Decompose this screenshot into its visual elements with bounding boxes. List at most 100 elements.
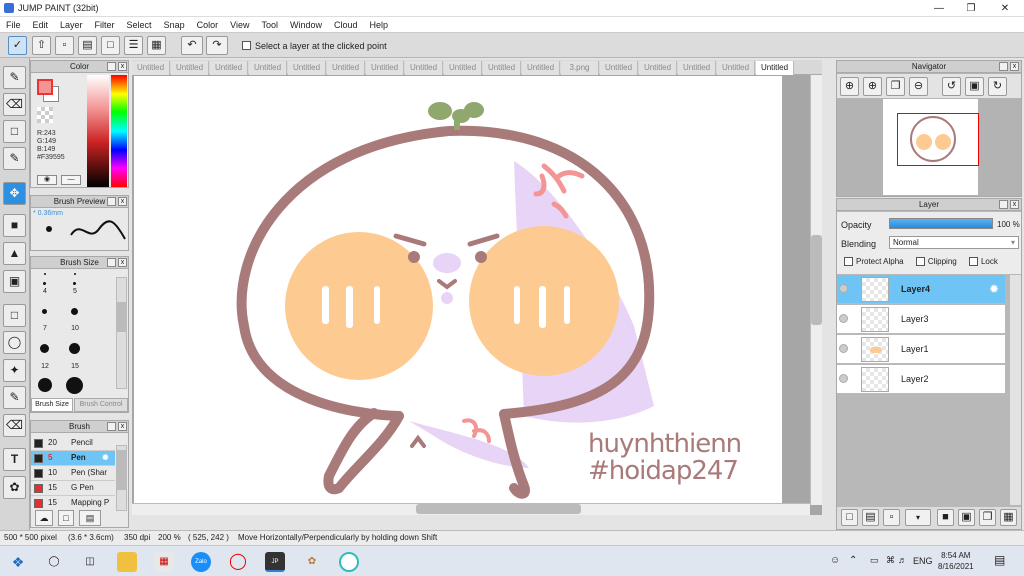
menu-select[interactable]: Select xyxy=(121,17,158,33)
brush-size-option[interactable] xyxy=(44,273,46,275)
layer-row[interactable]: Layer2 xyxy=(837,365,1005,394)
viewport-rect[interactable] xyxy=(897,113,979,166)
move-tool-icon[interactable]: ✥ xyxy=(3,182,26,205)
tab-untitled[interactable]: Untitled xyxy=(249,61,287,75)
brush-size-option[interactable] xyxy=(74,273,76,275)
wifi-icon[interactable]: ⌘ xyxy=(886,555,895,566)
tab-untitled[interactable]: Untitled xyxy=(483,61,521,75)
select-layer-checkbox[interactable] xyxy=(242,41,251,50)
horizontal-scrollbar[interactable] xyxy=(132,503,810,515)
clipping-checkbox[interactable] xyxy=(915,257,925,267)
select-pen-icon[interactable]: ✎ xyxy=(3,386,26,409)
new-raster-icon[interactable]: ▤ xyxy=(862,509,879,526)
tab-untitled[interactable]: Untitled xyxy=(600,61,638,75)
chrome-icon[interactable] xyxy=(339,552,359,572)
brush-item[interactable]: 15 Mapping P xyxy=(31,496,115,510)
zoom-fit-icon[interactable]: ⊕ xyxy=(863,77,882,96)
magic-wand-icon[interactable]: ✦ xyxy=(3,359,26,382)
merge-icon[interactable]: ▣ xyxy=(958,509,975,526)
gradient-icon[interactable]: ▣ xyxy=(3,270,26,293)
vertical-scrollbar[interactable] xyxy=(810,75,822,505)
paint-palette-icon[interactable]: ✿ xyxy=(302,552,322,572)
menu-layer[interactable]: Layer xyxy=(54,17,89,33)
menu-snap[interactable]: Snap xyxy=(158,17,191,33)
new-layer-icon[interactable]: □ xyxy=(841,509,858,526)
transparent-swatch[interactable] xyxy=(37,107,53,123)
visibility-icon[interactable] xyxy=(839,344,848,353)
volume-icon[interactable]: ♬ xyxy=(898,555,907,565)
brush-item[interactable]: 15 G Pen xyxy=(31,481,115,496)
tab-untitled[interactable]: Untitled xyxy=(210,61,248,75)
pen-line-icon[interactable]: ✎ xyxy=(3,147,26,170)
list-icon[interactable]: ☰ xyxy=(124,36,143,55)
tab-untitled[interactable]: Untitled xyxy=(639,61,677,75)
tab-untitled[interactable]: Untitled xyxy=(444,61,482,75)
visibility-icon[interactable] xyxy=(839,284,848,293)
panel-close-icon[interactable]: x xyxy=(1010,200,1019,209)
tab-untitled[interactable]: Untitled xyxy=(717,61,755,75)
tab-3-png[interactable]: 3.png xyxy=(561,61,599,75)
cloud-check-icon[interactable]: ✓ xyxy=(8,36,27,55)
rect-select-icon[interactable]: □ xyxy=(3,120,26,143)
menu-help[interactable]: Help xyxy=(364,17,395,33)
folder-icon[interactable]: ■ xyxy=(937,509,954,526)
brush-tool-icon[interactable]: ✎ xyxy=(3,66,26,89)
close-button[interactable]: ✕ xyxy=(988,0,1022,17)
visibility-icon[interactable] xyxy=(839,374,848,383)
brush-size-option[interactable] xyxy=(38,378,52,392)
comment-icon[interactable]: ▫ xyxy=(55,36,74,55)
grid-icon[interactable]: ▦ xyxy=(147,36,166,55)
tab-untitled[interactable]: Untitled xyxy=(405,61,443,75)
menu-edit[interactable]: Edit xyxy=(27,17,55,33)
panel-close-icon[interactable]: x xyxy=(118,422,127,431)
maximize-button[interactable]: ❐ xyxy=(954,0,988,17)
foreground-color-swatch[interactable] xyxy=(37,79,53,95)
minimize-button[interactable]: — xyxy=(922,0,956,17)
layer-settings-icon[interactable]: ✹ xyxy=(989,282,999,296)
brush-item[interactable]: 20 Pencil xyxy=(31,436,115,451)
brush-size-option[interactable] xyxy=(73,282,76,285)
tab-brush-size[interactable]: Brush Size xyxy=(31,398,73,412)
drawing-canvas[interactable]: huynhthienn #hoidap247 xyxy=(134,76,782,513)
layer-row[interactable]: Layer3 xyxy=(837,305,1005,334)
blending-select[interactable]: Normal ▾ xyxy=(889,236,1019,249)
document-icon[interactable]: ▤ xyxy=(78,36,97,55)
brush-size-option[interactable] xyxy=(66,377,83,394)
layer-properties-icon[interactable]: ▦ xyxy=(1000,509,1017,526)
page-icon[interactable]: □ xyxy=(101,36,120,55)
tab-untitled[interactable]: Untitled xyxy=(288,61,326,75)
panel-close-icon[interactable]: x xyxy=(1010,62,1019,71)
tab-untitled[interactable]: Untitled xyxy=(522,61,560,75)
saturation-picker[interactable] xyxy=(87,75,109,187)
fit-window-icon[interactable]: ❐ xyxy=(886,77,905,96)
windows-start-icon[interactable]: ❖ xyxy=(8,552,28,572)
opera-icon[interactable]: ◯ xyxy=(228,552,248,572)
panel-close-icon[interactable]: x xyxy=(118,197,127,206)
redo-icon[interactable]: ↷ xyxy=(206,36,228,55)
battery-icon[interactable]: ▭ xyxy=(870,555,879,566)
menu-view[interactable]: View xyxy=(224,17,255,33)
visibility-icon[interactable] xyxy=(839,314,848,323)
share-icon[interactable]: ⇧ xyxy=(32,36,51,55)
brush-size-option[interactable] xyxy=(69,343,80,354)
menu-color[interactable]: Color xyxy=(191,17,225,33)
zoom-out-icon[interactable]: ⊖ xyxy=(909,77,928,96)
menu-cloud[interactable]: Cloud xyxy=(328,17,364,33)
layer-scrollbar[interactable] xyxy=(1010,275,1021,505)
panel-float-icon[interactable] xyxy=(107,62,116,71)
menu-file[interactable]: File xyxy=(0,17,27,33)
brush-list-scrollbar[interactable] xyxy=(116,445,127,511)
navigator-preview[interactable] xyxy=(883,99,979,195)
eraser-tool-icon[interactable]: ⌫ xyxy=(3,93,26,116)
color-mode-button[interactable]: — xyxy=(61,175,81,185)
language-indicator[interactable]: ENG xyxy=(913,556,933,566)
layer-row[interactable]: Layer1 xyxy=(837,335,1005,364)
notification-icon[interactable]: ▤ xyxy=(994,553,1005,567)
opacity-slider[interactable] xyxy=(889,218,993,229)
brush-item[interactable]: 10 Pen (Shar xyxy=(31,466,115,481)
layer-row-selected[interactable]: Layer4 ✹ xyxy=(837,275,1005,304)
menu-tool[interactable]: Tool xyxy=(255,17,284,33)
zoom-in-icon[interactable]: ⊕ xyxy=(840,77,859,96)
task-view-icon[interactable]: ◫ xyxy=(80,552,100,572)
tab-untitled[interactable]: Untitled xyxy=(132,61,170,75)
